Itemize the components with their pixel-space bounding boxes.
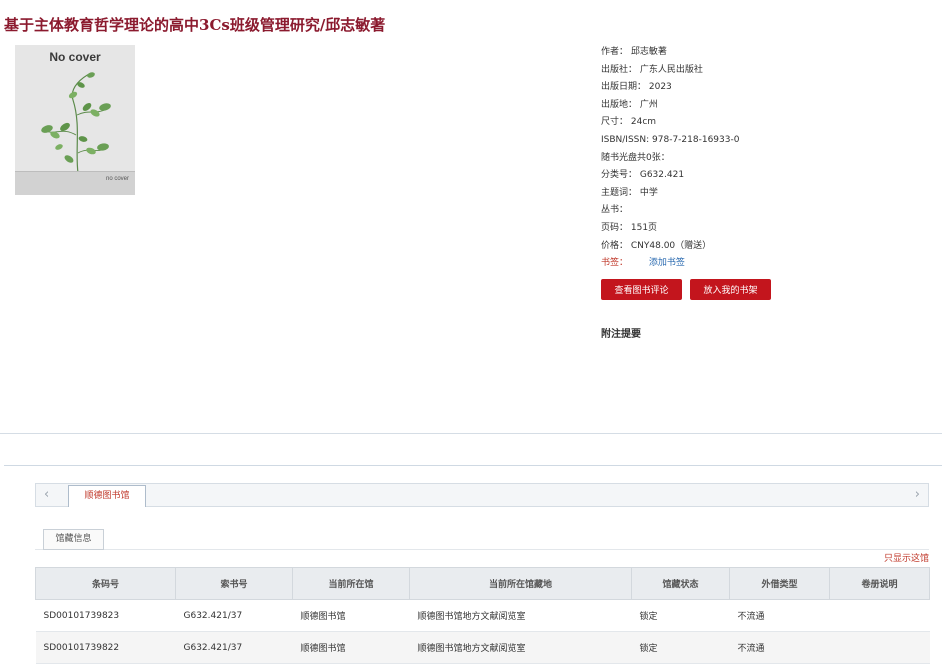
meta-size: 尺寸： 24cm	[601, 117, 657, 128]
notes-heading: 附注提要	[601, 329, 641, 340]
meta-class-no: 分类号： G632.421	[601, 170, 685, 181]
view-reviews-button[interactable]: 查看图书评论	[601, 279, 682, 300]
divider	[0, 433, 942, 434]
meta-price: 价格： CNY48.00（赠送）	[601, 240, 712, 251]
meta-pub-place: 出版地： 广州	[601, 99, 658, 110]
cover-title: No cover	[49, 50, 101, 64]
cover-small-label: no cover	[105, 176, 129, 182]
chevron-right-icon[interactable]: ›	[915, 487, 920, 502]
meta-isbn: ISBN/ISSN: 978-7-218-16933-0	[601, 134, 740, 145]
meta-pages: 页码： 151页	[601, 222, 658, 233]
meta-series: 丛书：	[601, 205, 629, 216]
holdings-table: 条码号 索书号 当前所在馆 当前所在馆藏地 馆藏状态 外借类型 卷册说明 SD0…	[35, 567, 930, 664]
cell-call-number: G632.421/37	[175, 599, 293, 632]
divider	[4, 465, 942, 466]
column-header: 当前所在馆	[292, 567, 410, 600]
column-header: 条码号	[35, 567, 176, 600]
chevron-left-icon[interactable]: ‹	[44, 487, 49, 502]
cell-library: 顺德图书馆	[292, 599, 410, 632]
meta-bookmark: 书签： 添加书签	[601, 255, 739, 273]
cover-band	[15, 171, 135, 195]
cell-call-number: G632.421/37	[175, 631, 293, 664]
book-metadata: 作者： 邱志敏著 出版社： 广东人民出版社 出版日期： 2023 出版地： 广州…	[601, 44, 739, 273]
holdings-panel: ‹ › 顺德图书馆 馆藏信息 只显示这馆 条码号 索书号 当前所在馆 当前所在馆…	[35, 483, 930, 665]
column-header: 外借类型	[729, 567, 830, 600]
cell-status: 锁定	[631, 631, 730, 664]
cell-status: 锁定	[631, 599, 730, 632]
add-bookmark-link[interactable]: 添加书签	[649, 258, 685, 268]
table-row: SD00101739823 G632.421/37 顺德图书馆 顺德图书馆地方文…	[35, 599, 930, 632]
meta-disc: 随书光盘共0张：	[601, 152, 670, 163]
meta-pub-date: 出版日期： 2023	[601, 82, 672, 93]
cell-loan-type: 不流通	[729, 631, 830, 664]
cell-volume-note	[829, 631, 930, 664]
meta-author: 作者： 邱志敏著	[601, 47, 667, 57]
cell-barcode: SD00101739822	[35, 631, 176, 664]
plant-illustration	[41, 72, 111, 174]
column-header: 卷册说明	[829, 567, 930, 600]
show-this-library-link[interactable]: 只显示这馆	[884, 551, 929, 564]
meta-publisher: 出版社： 广东人民出版社	[601, 64, 703, 75]
book-cover: No cover no cover	[15, 45, 135, 195]
cell-volume-note	[829, 599, 930, 632]
cell-location: 顺德图书馆地方文献阅览室	[409, 631, 632, 664]
meta-subject: 主题词： 中学	[601, 187, 658, 198]
add-to-shelf-button[interactable]: 放入我的书架	[690, 279, 771, 300]
bookmark-label: 书签：	[601, 258, 629, 269]
cell-barcode: SD00101739823	[35, 599, 176, 632]
table-header-row: 条码号 索书号 当前所在馆 当前所在馆藏地 馆藏状态 外借类型 卷册说明	[35, 567, 930, 600]
divider	[35, 549, 929, 550]
book-detail-page: 基于主体教育哲学理论的高中3Cs班级管理研究/邱志敏著 No cover no …	[0, 0, 942, 665]
cell-library: 顺德图书馆	[292, 631, 410, 664]
table-row: SD00101739822 G632.421/37 顺德图书馆 顺德图书馆地方文…	[35, 631, 930, 664]
column-header: 馆藏状态	[631, 567, 730, 600]
cell-loan-type: 不流通	[729, 599, 830, 632]
library-tabbar: ‹ ›	[35, 483, 929, 507]
book-title: 基于主体教育哲学理论的高中3Cs班级管理研究/邱志敏著	[4, 16, 386, 34]
cell-location: 顺德图书馆地方文献阅览室	[409, 599, 632, 632]
tab-library-shunde[interactable]: 顺德图书馆	[68, 485, 146, 507]
column-header: 索书号	[175, 567, 293, 600]
tab-holdings-info[interactable]: 馆藏信息	[43, 529, 104, 550]
column-header: 当前所在馆藏地	[409, 567, 632, 600]
